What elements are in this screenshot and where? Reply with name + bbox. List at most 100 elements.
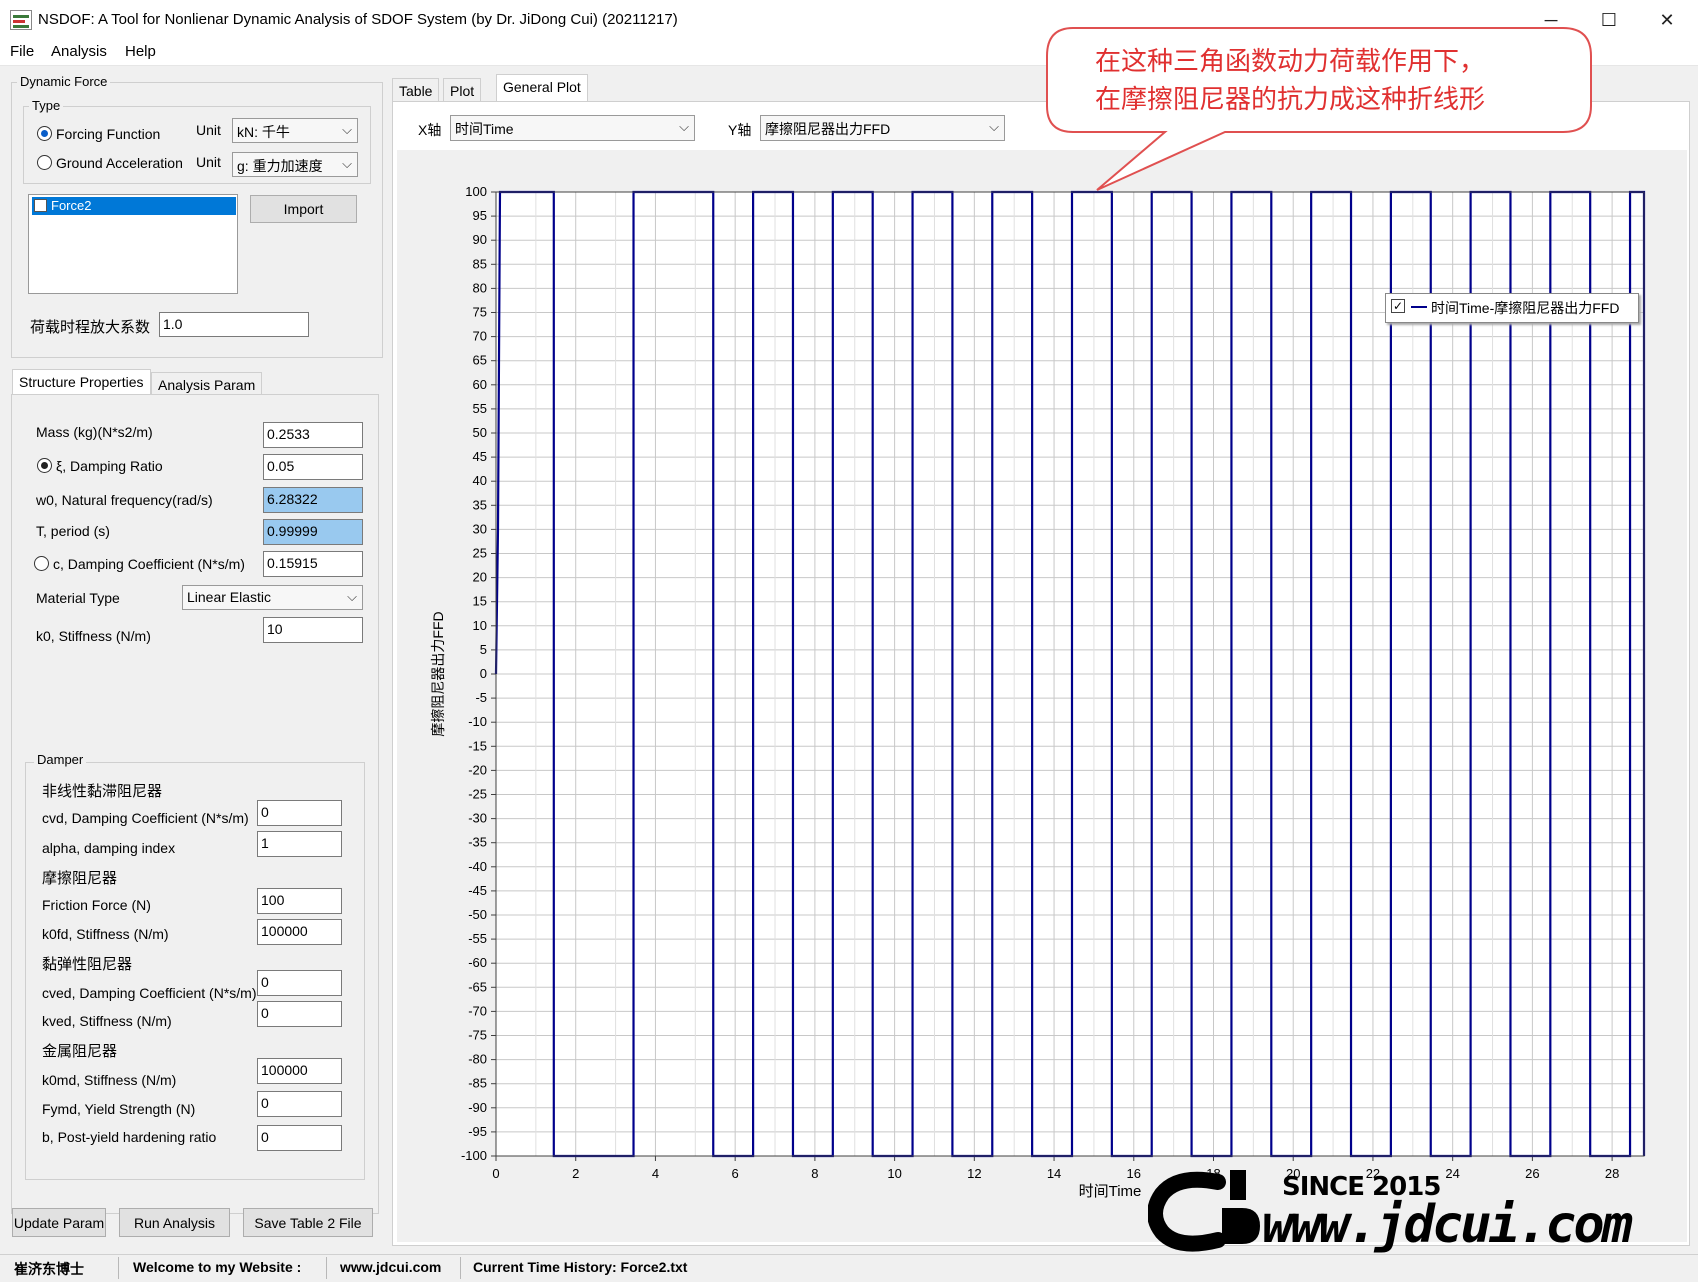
friction-force-input[interactable]: 100 — [257, 888, 342, 914]
x-tick-label: 0 — [492, 1166, 499, 1181]
import-button[interactable]: Import — [250, 195, 357, 223]
y-tick-label: 90 — [473, 232, 487, 247]
legend-checkbox-icon[interactable]: ✓ — [1391, 299, 1405, 313]
period-input[interactable]: 0.99999 — [263, 519, 363, 545]
y-tick-label: 70 — [473, 329, 487, 344]
natural-frequency-label: w0, Natural frequency(rad/s) — [36, 492, 213, 508]
x-tick-label: 28 — [1605, 1166, 1619, 1181]
menu-analysis[interactable]: Analysis — [51, 43, 107, 60]
y-tick-label: -70 — [468, 1003, 487, 1018]
menu-help[interactable]: Help — [125, 43, 156, 60]
y-tick-label: 50 — [473, 425, 487, 440]
status-separator — [460, 1257, 461, 1279]
unit-label-accel: Unit — [196, 154, 221, 170]
accel-unit-value: g: 重力加速度 — [237, 158, 323, 174]
status-current-file: Current Time History: Force2.txt — [473, 1259, 688, 1275]
damper-label: Damper — [34, 752, 87, 767]
y-tick-label: -75 — [468, 1028, 487, 1043]
forcing-function-radio[interactable] — [37, 126, 52, 141]
y-tick-label: -45 — [468, 883, 487, 898]
cvd-input[interactable]: 0 — [257, 800, 342, 826]
k0fd-label: k0fd, Stiffness (N/m) — [42, 926, 169, 942]
alpha-label: alpha, damping index — [42, 840, 176, 856]
damping-ratio-radio[interactable] — [37, 458, 52, 473]
menu-file[interactable]: File — [10, 43, 34, 60]
watermark-url: www.jdcui.com — [1262, 1195, 1633, 1255]
stiffness-input[interactable]: 10 — [263, 617, 363, 643]
app-icon — [10, 10, 32, 30]
mass-input[interactable]: 0.2533 — [263, 422, 363, 448]
damping-coefficient-radio[interactable] — [34, 556, 49, 571]
y-axis-select[interactable]: 摩擦阻尼器出力FFD ⌵ — [760, 115, 1005, 141]
forcing-function-label: Forcing Function — [56, 126, 161, 142]
y-tick-label: 60 — [473, 377, 487, 392]
fymd-input[interactable]: 0 — [257, 1091, 342, 1117]
x-tick-label: 6 — [732, 1166, 739, 1181]
cved-input[interactable]: 0 — [257, 970, 342, 996]
y-tick-label: 30 — [473, 521, 487, 536]
status-separator — [326, 1257, 327, 1279]
unit-label-force: Unit — [196, 122, 221, 138]
tab-plot[interactable]: Plot — [443, 78, 482, 102]
alpha-input[interactable]: 1 — [257, 831, 342, 857]
k0fd-input[interactable]: 100000 — [257, 919, 342, 945]
update-param-button[interactable]: Update Param — [12, 1208, 106, 1237]
force-unit-select[interactable]: kN: 千牛 ⌵ — [232, 118, 358, 143]
x-ticks: 0 2 4 6 8 10 12 14 16 18 20 22 24 26 28 — [492, 1156, 1619, 1181]
x-tick-label: 14 — [1047, 1166, 1061, 1181]
save-table-button[interactable]: Save Table 2 File — [243, 1208, 373, 1237]
checkbox-icon[interactable] — [34, 199, 47, 212]
chevron-down-icon: ⌵ — [989, 119, 999, 134]
period-label: T, period (s) — [36, 523, 110, 539]
y-tick-label: -55 — [468, 931, 487, 946]
x-tick-label: 8 — [811, 1166, 818, 1181]
close-button[interactable]: ✕ — [1636, 0, 1698, 40]
b-input[interactable]: 0 — [257, 1125, 342, 1151]
natural-frequency-input[interactable]: 6.28322 — [263, 487, 363, 513]
damping-ratio-input[interactable]: 0.05 — [263, 454, 363, 480]
y-tick-label: 55 — [473, 401, 487, 416]
status-site-link[interactable]: www.jdcui.com — [340, 1259, 441, 1275]
tab-general-plot[interactable]: General Plot — [496, 74, 588, 102]
k0md-label: k0md, Stiffness (N/m) — [42, 1072, 177, 1088]
x-tick-label: 16 — [1127, 1166, 1141, 1181]
tab-structure-properties[interactable]: Structure Properties — [12, 369, 151, 395]
y-tick-label: -50 — [468, 907, 487, 922]
y-tick-label: -60 — [468, 955, 487, 970]
status-welcome: Welcome to my Website : — [133, 1259, 302, 1275]
y-tick-label: 75 — [473, 305, 487, 320]
kved-input[interactable]: 0 — [257, 1001, 342, 1027]
tab-analysis-param[interactable]: Analysis Param — [151, 372, 263, 395]
material-type-select[interactable]: Linear Elastic ⌵ — [182, 585, 363, 610]
scale-factor-input[interactable]: 1.0 — [159, 312, 309, 337]
y-tick-label: 45 — [473, 449, 487, 464]
cved-label: cved, Damping Coefficient (N*s/m) — [42, 985, 257, 1001]
x-tick-label: 12 — [967, 1166, 981, 1181]
y-axis-label: Y轴 — [728, 122, 752, 138]
damping-coefficient-input[interactable]: 0.15915 — [263, 551, 363, 577]
x-axis-title: 时间Time — [1079, 1183, 1142, 1200]
x-tick-label: 26 — [1525, 1166, 1539, 1181]
ground-acceleration-radio[interactable] — [37, 155, 52, 170]
b-label: b, Post-yield hardening ratio — [42, 1129, 217, 1145]
y-axis-value: 摩擦阻尼器出力FFD — [765, 121, 891, 137]
x-tick-label: 10 — [887, 1166, 901, 1181]
x-axis-select[interactable]: 时间Time ⌵ — [450, 115, 695, 141]
chevron-down-icon: ⌵ — [679, 119, 689, 134]
y-tick-label: -40 — [468, 859, 487, 874]
y-tick-label: 80 — [473, 280, 487, 295]
viscous-damper-title: 非线性黏滞阻尼器 — [42, 783, 163, 800]
chart-grid — [495, 191, 1644, 1157]
material-type-value: Linear Elastic — [187, 589, 272, 605]
tab-table[interactable]: Table — [392, 78, 440, 102]
k0md-input[interactable]: 100000 — [257, 1058, 342, 1084]
run-analysis-button[interactable]: Run Analysis — [119, 1208, 230, 1237]
y-axis-title: 摩擦阻尼器出力FFD — [430, 611, 446, 736]
y-tick-label: 20 — [473, 570, 487, 585]
x-tick-label: 24 — [1445, 1166, 1459, 1181]
accel-unit-select[interactable]: g: 重力加速度 ⌵ — [232, 152, 358, 177]
callout-line-1: 在这种三角函数动力荷载作用下， — [1095, 46, 1486, 76]
metal-damper-title: 金属阻尼器 — [42, 1043, 118, 1060]
callout-line-2: 在摩擦阻尼器的抗力成这种折线形 — [1095, 84, 1486, 114]
y-tick-label: -25 — [468, 787, 487, 802]
